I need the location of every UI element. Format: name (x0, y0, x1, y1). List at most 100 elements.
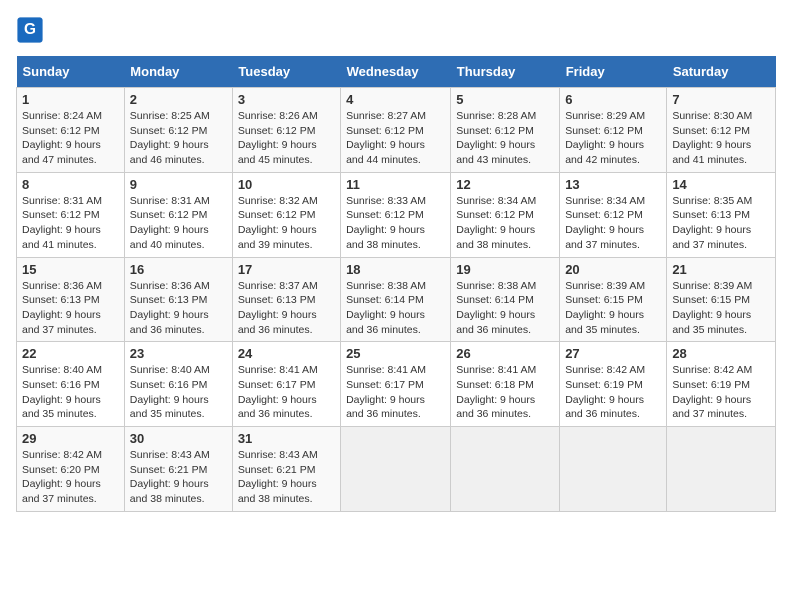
day-number: 25 (346, 346, 445, 361)
day-number: 27 (565, 346, 661, 361)
calendar-cell (667, 427, 776, 512)
day-of-week-header: Saturday (667, 56, 776, 88)
calendar-cell: 9Sunrise: 8:31 AM Sunset: 6:12 PM Daylig… (124, 172, 232, 257)
calendar-cell: 12Sunrise: 8:34 AM Sunset: 6:12 PM Dayli… (451, 172, 560, 257)
cell-data: Sunrise: 8:41 AM Sunset: 6:18 PM Dayligh… (456, 363, 554, 422)
calendar-cell: 24 Sunrise: 8:41 AM Sunset: 6:17 PM Dayli… (232, 342, 340, 427)
calendar-week-row: 8Sunrise: 8:31 AM Sunset: 6:12 PM Daylig… (17, 172, 776, 257)
cell-data: Sunrise: 8:39 AM Sunset: 6:15 PM Dayligh… (672, 279, 770, 338)
cell-data: Sunrise: 8:36 AM Sunset: 6:13 PM Dayligh… (22, 279, 119, 338)
day-number: 10 (238, 177, 335, 192)
calendar-cell: 27 Sunrise: 8:42 AM Sunset: 6:19 PM Dayli… (560, 342, 667, 427)
calendar-cell: 7 Sunrise: 8:30 AM Sunset: 6:12 PM Daylig… (667, 88, 776, 173)
day-number: 11 (346, 177, 445, 192)
calendar-week-row: 15 Sunrise: 8:36 AM Sunset: 6:13 PM Dayli… (17, 257, 776, 342)
calendar-cell: 30Sunrise: 8:43 AM Sunset: 6:21 PM Dayli… (124, 427, 232, 512)
day-number: 16 (130, 262, 227, 277)
cell-data: Sunrise: 8:28 AM Sunset: 6:12 PM Dayligh… (456, 109, 554, 168)
day-number: 28 (672, 346, 770, 361)
cell-data: Sunrise: 8:39 AM Sunset: 6:15 PM Dayligh… (565, 279, 661, 338)
calendar-cell: 3 Sunrise: 8:26 AM Sunset: 6:12 PM Daylig… (232, 88, 340, 173)
day-number: 6 (565, 92, 661, 107)
cell-data: Sunrise: 8:40 AM Sunset: 6:16 PM Dayligh… (130, 363, 227, 422)
cell-data: Sunrise: 8:36 AM Sunset: 6:13 PM Dayligh… (130, 279, 227, 338)
cell-data: Sunrise: 8:40 AM Sunset: 6:16 PM Dayligh… (22, 363, 119, 422)
day-number: 23 (130, 346, 227, 361)
calendar-header-row: SundayMondayTuesdayWednesdayThursdayFrid… (17, 56, 776, 88)
cell-data: Sunrise: 8:42 AM Sunset: 6:19 PM Dayligh… (565, 363, 661, 422)
cell-data: Sunrise: 8:29 AM Sunset: 6:12 PM Dayligh… (565, 109, 661, 168)
day-number: 29 (22, 431, 119, 446)
day-number: 24 (238, 346, 335, 361)
cell-data: Sunrise: 8:30 AM Sunset: 6:12 PM Dayligh… (672, 109, 770, 168)
svg-text:G: G (24, 21, 36, 38)
calendar-cell: 25 Sunrise: 8:41 AM Sunset: 6:17 PM Dayli… (341, 342, 451, 427)
cell-data: Sunrise: 8:37 AM Sunset: 6:13 PM Dayligh… (238, 279, 335, 338)
calendar-cell: 1 Sunrise: 8:24 AM Sunset: 6:12 PM Daylig… (17, 88, 125, 173)
calendar-cell (560, 427, 667, 512)
day-number: 15 (22, 262, 119, 277)
calendar-cell: 4Sunrise: 8:27 AM Sunset: 6:12 PM Daylig… (341, 88, 451, 173)
day-number: 19 (456, 262, 554, 277)
day-of-week-header: Friday (560, 56, 667, 88)
calendar-cell: 18 Sunrise: 8:38 AM Sunset: 6:14 PM Dayli… (341, 257, 451, 342)
cell-data: Sunrise: 8:38 AM Sunset: 6:14 PM Dayligh… (456, 279, 554, 338)
day-number: 21 (672, 262, 770, 277)
day-number: 18 (346, 262, 445, 277)
calendar-cell: 19 Sunrise: 8:38 AM Sunset: 6:14 PM Dayli… (451, 257, 560, 342)
day-number: 31 (238, 431, 335, 446)
cell-data: Sunrise: 8:42 AM Sunset: 6:20 PM Dayligh… (22, 448, 119, 507)
cell-data: Sunrise: 8:38 AM Sunset: 6:14 PM Dayligh… (346, 279, 445, 338)
calendar-week-row: 1 Sunrise: 8:24 AM Sunset: 6:12 PM Daylig… (17, 88, 776, 173)
cell-data: Sunrise: 8:33 AM Sunset: 6:12 PM Dayligh… (346, 194, 445, 253)
cell-data: Sunrise: 8:32 AM Sunset: 6:12 PM Dayligh… (238, 194, 335, 253)
calendar-table: SundayMondayTuesdayWednesdayThursdayFrid… (16, 56, 776, 512)
page-header: G (16, 16, 776, 44)
cell-data: Sunrise: 8:41 AM Sunset: 6:17 PM Dayligh… (238, 363, 335, 422)
day-number: 2 (130, 92, 227, 107)
cell-data: Sunrise: 8:42 AM Sunset: 6:19 PM Dayligh… (672, 363, 770, 422)
calendar-cell: 15 Sunrise: 8:36 AM Sunset: 6:13 PM Dayli… (17, 257, 125, 342)
logo-icon: G (16, 16, 44, 44)
day-of-week-header: Thursday (451, 56, 560, 88)
day-number: 3 (238, 92, 335, 107)
day-number: 1 (22, 92, 119, 107)
day-number: 7 (672, 92, 770, 107)
calendar-cell: 13 Sunrise: 8:34 AM Sunset: 6:12 PM Dayli… (560, 172, 667, 257)
cell-data: Sunrise: 8:41 AM Sunset: 6:17 PM Dayligh… (346, 363, 445, 422)
day-number: 8 (22, 177, 119, 192)
day-number: 22 (22, 346, 119, 361)
cell-data: Sunrise: 8:34 AM Sunset: 6:12 PM Dayligh… (456, 194, 554, 253)
calendar-cell: 11 Sunrise: 8:33 AM Sunset: 6:12 PM Dayli… (341, 172, 451, 257)
calendar-cell (341, 427, 451, 512)
calendar-cell: 31 Sunrise: 8:43 AM Sunset: 6:21 PM Dayli… (232, 427, 340, 512)
cell-data: Sunrise: 8:25 AM Sunset: 6:12 PM Dayligh… (130, 109, 227, 168)
calendar-cell: 16 Sunrise: 8:36 AM Sunset: 6:13 PM Dayli… (124, 257, 232, 342)
calendar-cell: 21 Sunrise: 8:39 AM Sunset: 6:15 PM Dayli… (667, 257, 776, 342)
day-of-week-header: Wednesday (341, 56, 451, 88)
calendar-cell: 14Sunrise: 8:35 AM Sunset: 6:13 PM Dayli… (667, 172, 776, 257)
calendar-cell: 23 Sunrise: 8:40 AM Sunset: 6:16 PM Dayli… (124, 342, 232, 427)
day-number: 14 (672, 177, 770, 192)
day-number: 26 (456, 346, 554, 361)
day-number: 5 (456, 92, 554, 107)
calendar-cell: 10 Sunrise: 8:32 AM Sunset: 6:12 PM Dayli… (232, 172, 340, 257)
cell-data: Sunrise: 8:24 AM Sunset: 6:12 PM Dayligh… (22, 109, 119, 168)
calendar-cell (451, 427, 560, 512)
day-number: 4 (346, 92, 445, 107)
calendar-cell: 17 Sunrise: 8:37 AM Sunset: 6:13 PM Dayli… (232, 257, 340, 342)
logo: G (16, 16, 48, 44)
day-number: 13 (565, 177, 661, 192)
day-number: 30 (130, 431, 227, 446)
calendar-cell: 28 Sunrise: 8:42 AM Sunset: 6:19 PM Dayli… (667, 342, 776, 427)
cell-data: Sunrise: 8:34 AM Sunset: 6:12 PM Dayligh… (565, 194, 661, 253)
day-number: 9 (130, 177, 227, 192)
cell-data: Sunrise: 8:43 AM Sunset: 6:21 PM Dayligh… (238, 448, 335, 507)
calendar-cell: 26 Sunrise: 8:41 AM Sunset: 6:18 PM Dayli… (451, 342, 560, 427)
calendar-cell: 8Sunrise: 8:31 AM Sunset: 6:12 PM Daylig… (17, 172, 125, 257)
calendar-week-row: 22 Sunrise: 8:40 AM Sunset: 6:16 PM Dayli… (17, 342, 776, 427)
day-of-week-header: Sunday (17, 56, 125, 88)
day-number: 17 (238, 262, 335, 277)
calendar-cell: 6 Sunrise: 8:29 AM Sunset: 6:12 PM Daylig… (560, 88, 667, 173)
cell-data: Sunrise: 8:26 AM Sunset: 6:12 PM Dayligh… (238, 109, 335, 168)
